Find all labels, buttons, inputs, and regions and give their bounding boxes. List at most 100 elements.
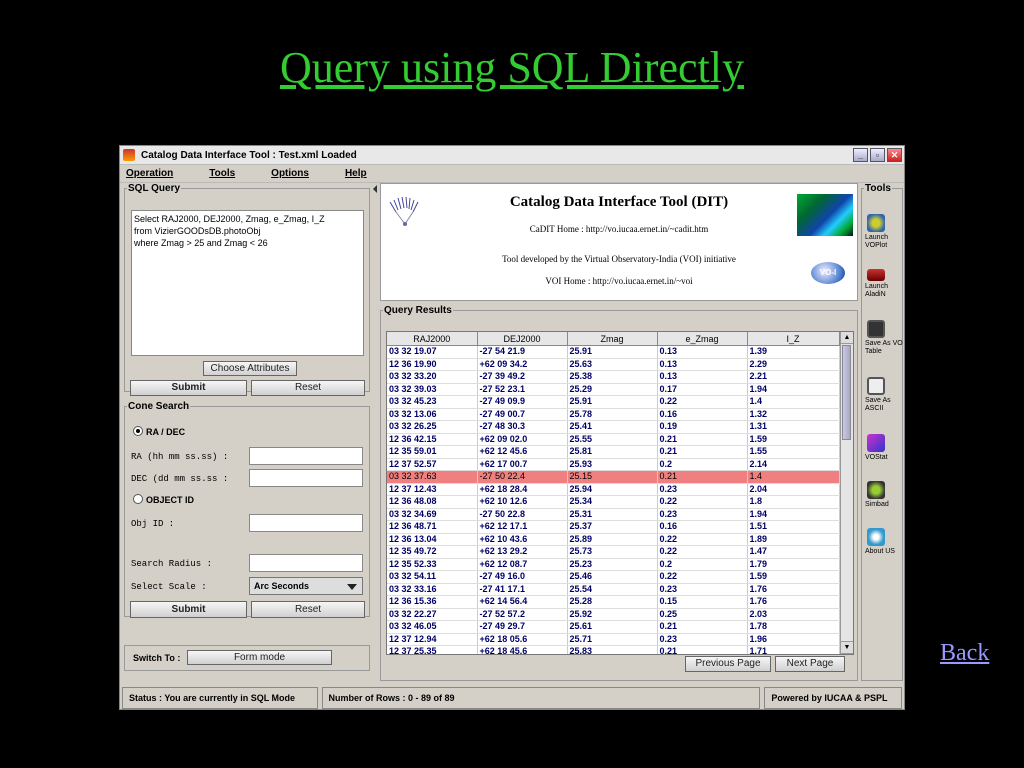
ra-input[interactable] [249, 447, 363, 465]
table-cell: 0.22 [657, 545, 748, 559]
table-cell: 25.15 [567, 470, 658, 484]
table-row[interactable]: 12 37 12.94 +62 18 05.6 25.71 0.23 1.96 [387, 633, 840, 646]
ra-dec-label: RA / DEC [146, 427, 186, 437]
form-mode-button[interactable]: Form mode [187, 650, 332, 665]
object-id-radio[interactable]: OBJECT ID [133, 494, 194, 505]
scale-select[interactable]: Arc Seconds [249, 577, 363, 595]
menu-options[interactable]: Options [271, 168, 309, 179]
col-header-i-z[interactable]: I_Z [747, 332, 840, 346]
about-us-tool[interactable]: About US [865, 528, 905, 556]
table-cell: +62 12 17.1 [477, 520, 568, 534]
table-cell: 1.94 [747, 508, 840, 521]
table-row[interactable]: 03 32 34.69 -27 50 22.8 25.31 0.23 1.94 [387, 508, 840, 521]
table-cell: 1.96 [747, 633, 840, 646]
col-header-e-zmag[interactable]: e_Zmag [657, 332, 748, 346]
query-results-legend: Query Results [384, 305, 452, 316]
table-row[interactable]: 03 32 33.16 -27 41 17.1 25.54 0.23 1.76 [387, 583, 840, 596]
table-row[interactable]: 12 37 52.57 +62 17 00.7 25.93 0.2 2.14 [387, 458, 840, 471]
table-row[interactable]: 12 36 48.08 +62 10 12.6 25.34 0.22 1.8 [387, 495, 840, 509]
sql-query-textarea[interactable]: Select RAJ2000, DEJ2000, Zmag, e_Zmag, I… [131, 210, 364, 356]
table-row[interactable]: 12 36 48.71 +62 12 17.1 25.37 0.16 1.51 [387, 520, 840, 534]
results-scrollbar[interactable]: ▲ ▼ [840, 332, 853, 654]
table-cell: +62 10 12.6 [477, 495, 568, 509]
simbad-tool[interactable]: Simbad [865, 481, 905, 509]
obj-id-input[interactable] [249, 514, 363, 532]
col-header-zmag[interactable]: Zmag [567, 332, 658, 346]
table-cell: 03 32 34.69 [387, 508, 478, 521]
table-row[interactable]: 03 32 46.05 -27 49 29.7 25.61 0.21 1.78 [387, 620, 840, 634]
table-row[interactable]: 12 35 49.72 +62 13 29.2 25.73 0.22 1.47 [387, 545, 840, 559]
cadit-home-link[interactable]: CaDIT Home : http://vo.iucaa.ernet.in/~c… [381, 224, 857, 234]
table-cell: 1.79 [747, 558, 840, 571]
table-row[interactable]: 12 37 12.43 +62 18 28.4 25.94 0.23 2.04 [387, 483, 840, 496]
choose-attributes-button[interactable]: Choose Attributes [203, 361, 297, 376]
table-row[interactable]: 12 35 52.33 +62 12 08.7 25.23 0.2 1.79 [387, 558, 840, 571]
col-header-dej2000[interactable]: DEJ2000 [477, 332, 568, 346]
table-cell: 1.76 [747, 595, 840, 609]
table-row[interactable]: 03 32 54.11 -27 49 16.0 25.46 0.22 1.59 [387, 570, 840, 584]
next-page-button[interactable]: Next Page [775, 656, 845, 672]
table-cell: 25.63 [567, 358, 658, 371]
table-row[interactable]: 12 36 42.15 +62 09 02.0 25.55 0.21 1.59 [387, 433, 840, 446]
status-mode: Status : You are currently in SQL Mode [122, 687, 318, 709]
cone-submit-button[interactable]: Submit [130, 601, 247, 618]
radio-selected-icon [133, 426, 143, 436]
table-cell: 1.59 [747, 433, 840, 446]
voi-home-link[interactable]: VOI Home : http://vo.iucaa.ernet.in/~voi [381, 276, 857, 286]
menu-tools[interactable]: Tools [209, 168, 235, 179]
table-cell: 0.21 [657, 620, 748, 634]
table-cell: 0.21 [657, 470, 748, 484]
scroll-up-icon[interactable]: ▲ [841, 332, 853, 344]
table-row[interactable]: 03 32 33.20 -27 39 49.2 25.38 0.13 2.21 [387, 370, 840, 384]
launch-aladin-tool[interactable]: Launch AladiN [865, 269, 905, 299]
table-row[interactable]: 03 32 45.23 -27 49 09.9 25.91 0.22 1.4 [387, 395, 840, 409]
table-cell: 1.8 [747, 495, 840, 509]
table-row[interactable]: 12 36 15.36 +62 14 56.4 25.28 0.15 1.76 [387, 595, 840, 609]
menu-help[interactable]: Help [345, 168, 367, 179]
ra-dec-radio[interactable]: RA / DEC [133, 426, 185, 437]
launch-voplot-tool[interactable]: Launch VOPlot [865, 214, 905, 250]
table-row[interactable]: 03 32 37.63 -27 50 22.4 25.15 0.21 1.4 [387, 470, 840, 484]
scroll-thumb[interactable] [842, 345, 851, 440]
back-link[interactable]: Back [940, 640, 989, 667]
menu-operation[interactable]: Operation [126, 168, 173, 179]
table-cell: 03 32 22.27 [387, 608, 478, 621]
maximize-button[interactable]: ▫ [870, 148, 885, 162]
table-row[interactable]: 03 32 19.07 -27 54 21.9 25.91 0.13 1.39 [387, 345, 840, 359]
save-vo-table-tool[interactable]: Save As VO Table [865, 320, 905, 356]
table-row[interactable]: 12 36 13.04 +62 10 43.6 25.89 0.22 1.89 [387, 533, 840, 546]
previous-page-button[interactable]: Previous Page [685, 656, 771, 672]
scale-select-value: Arc Seconds [254, 581, 310, 591]
table-cell: 12 37 52.57 [387, 458, 478, 471]
cone-reset-button[interactable]: Reset [251, 601, 365, 618]
table-row[interactable]: 12 37 25.35 +62 18 45.6 25.83 0.21 1.71 [387, 645, 840, 654]
table-cell: -27 41 17.1 [477, 583, 568, 596]
menu-bar: Operation Tools Options Help [120, 165, 904, 183]
table-row[interactable]: 03 32 39.03 -27 52 23.1 25.29 0.17 1.94 [387, 383, 840, 396]
close-button[interactable]: ✕ [887, 148, 902, 162]
table-cell: 0.16 [657, 520, 748, 534]
sql-reset-button[interactable]: Reset [251, 380, 365, 396]
table-row[interactable]: 03 32 13.06 -27 49 00.7 25.78 0.16 1.32 [387, 408, 840, 421]
status-rows: Number of Rows : 0 - 89 of 89 [321, 687, 761, 709]
panel-splitter[interactable] [372, 183, 378, 681]
table-row[interactable]: 12 36 19.90 +62 09 34.2 25.63 0.13 2.29 [387, 358, 840, 371]
scroll-down-icon[interactable]: ▼ [841, 641, 853, 654]
table-row[interactable]: 12 35 59.01 +62 12 45.6 25.81 0.21 1.55 [387, 445, 840, 459]
table-row[interactable]: 03 32 26.25 -27 48 30.3 25.41 0.19 1.31 [387, 420, 840, 434]
table-cell: 03 32 54.11 [387, 570, 478, 584]
save-ascii-tool[interactable]: Save As ASCII [865, 377, 905, 413]
table-cell: 1.76 [747, 583, 840, 596]
dec-input[interactable] [249, 469, 363, 487]
vostat-icon [867, 434, 885, 452]
minimize-button[interactable]: _ [853, 148, 868, 162]
col-header-raj2000[interactable]: RAJ2000 [387, 332, 478, 346]
table-cell: 12 35 52.33 [387, 558, 478, 571]
table-cell: 25.37 [567, 520, 658, 534]
status-powered: Powered by IUCAA & PSPL [764, 687, 902, 709]
table-cell: 25.46 [567, 570, 658, 584]
vostat-tool[interactable]: VOStat [865, 434, 905, 462]
table-row[interactable]: 03 32 22.27 -27 52 57.2 25.92 0.25 2.03 [387, 608, 840, 621]
search-radius-input[interactable] [249, 554, 363, 572]
sql-submit-button[interactable]: Submit [130, 380, 247, 396]
